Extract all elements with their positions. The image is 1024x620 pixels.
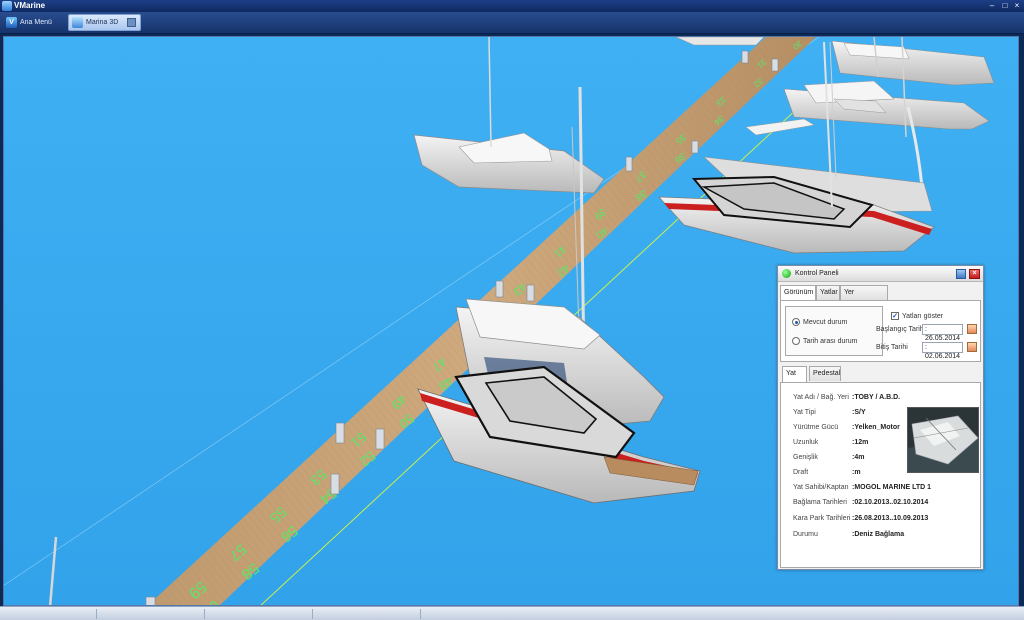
tab-ana-menu[interactable]: V Ana Menü	[3, 14, 56, 31]
pedestal[interactable]	[741, 50, 749, 64]
detail-label: Bağlama Tarihleri	[793, 499, 847, 506]
control-panel-title: Kontrol Paneli	[795, 270, 839, 277]
detail-label: Durumu	[793, 531, 818, 538]
detail-label: Yat Tipi	[793, 409, 816, 416]
radio-button[interactable]	[792, 337, 800, 345]
app-window: VMarine – □ × V Ana Menü Marina 3D 30 31…	[0, 0, 1024, 620]
tab-gorunum[interactable]: Görünüm	[780, 285, 816, 301]
calendar-icon[interactable]	[967, 324, 977, 334]
pedestal[interactable]	[330, 473, 340, 495]
radio-current-status[interactable]: Mevcut durum	[792, 318, 847, 326]
tab-yatlar[interactable]: Yatlar	[816, 285, 840, 300]
tab-pedestal[interactable]: Pedestal	[809, 366, 841, 381]
detail-value: :S/Y	[852, 409, 866, 416]
yacht-photo	[907, 407, 979, 473]
status-separator	[420, 609, 421, 619]
detail-value: :12m	[852, 439, 869, 446]
calendar-icon[interactable]	[967, 342, 977, 352]
pedestal[interactable]	[526, 284, 535, 302]
tab-yat[interactable]: Yat	[782, 366, 807, 382]
control-panel: Kontrol Paneli × Görünüm Yatlar Yer Deği…	[777, 265, 984, 570]
detail-label: Genişlik	[793, 454, 818, 461]
radio-range-label: Tarih arası durum	[803, 337, 858, 345]
tab-ana-menu-label: Ana Menü	[20, 19, 52, 26]
tab-bar: V Ana Menü Marina 3D	[0, 12, 1024, 34]
close-panel-button[interactable]: ×	[969, 269, 980, 279]
vmarine-logo-icon	[2, 1, 12, 11]
show-yachts-checkbox[interactable]: ✓ Yatları göster	[891, 312, 943, 320]
title-bar: VMarine – □ ×	[0, 0, 1024, 12]
start-date-field[interactable]: : 26.05.2014	[922, 324, 963, 342]
radio-current-label: Mevcut durum	[803, 318, 848, 326]
detail-value: :TOBY / A.B.D.	[852, 394, 901, 401]
detail-label: Yat Sahibi/Kaptan	[793, 484, 849, 491]
end-date-label: Bitiş Tarihi	[876, 344, 908, 351]
pedestal[interactable]	[375, 428, 385, 450]
detail-label: Yat Adı / Bağ. Yeri	[793, 394, 849, 401]
pedestal[interactable]	[335, 422, 345, 444]
tab-marina-3d[interactable]: Marina 3D	[68, 14, 142, 31]
detail-value: :MOGOL MARINE LTD 1	[852, 484, 932, 491]
radio-date-range-status[interactable]: Tarih arası durum	[792, 337, 857, 345]
tab-yer-degistirme[interactable]: Yer Değiştirme	[840, 285, 888, 310]
detail-value: :Deniz Bağlama	[852, 531, 905, 538]
status-separator	[312, 609, 313, 619]
detail-value: :m	[852, 469, 861, 476]
detail-label: Draft	[793, 469, 809, 476]
detail-label: Kara Park Tarihleri	[793, 515, 851, 522]
detail-label: Yürütme Gücü	[793, 424, 839, 431]
pedestal[interactable]	[625, 156, 633, 172]
show-yachts-label: Yatları göster	[902, 312, 944, 320]
detail-value: :Yelken_Motor	[852, 424, 900, 431]
pedestal[interactable]	[495, 280, 504, 298]
status-bar	[0, 606, 1024, 620]
radio-button-selected[interactable]	[792, 318, 800, 326]
view-options-box: Mevcut durum Tarih arası durum ✓ Yatları…	[780, 300, 981, 362]
control-panel-header: Kontrol Paneli ×	[778, 266, 983, 282]
status-separator	[204, 609, 205, 619]
minimize-button[interactable]: –	[986, 0, 998, 12]
start-date-label: Başlangıç Tarihi	[876, 326, 926, 333]
detail-value: :26.08.2013..10.09.2013	[852, 515, 929, 522]
close-tab-icon[interactable]	[127, 18, 137, 27]
pedestal[interactable]	[771, 58, 779, 72]
checkbox-checked-icon[interactable]: ✓	[891, 312, 899, 320]
detail-label: Uzunluk	[793, 439, 819, 446]
tab-marina-3d-label: Marina 3D	[86, 19, 119, 26]
status-dot-icon	[782, 269, 791, 278]
status-mode-group: Mevcut durum Tarih arası durum	[785, 306, 883, 356]
detail-value: :4m	[852, 454, 865, 461]
pedestal[interactable]	[145, 596, 156, 606]
restore-button[interactable]: □	[999, 0, 1011, 12]
vmarine-logo-icon: V	[6, 17, 17, 28]
pedestal[interactable]	[691, 140, 699, 154]
app-title: VMarine	[14, 1, 46, 10]
status-separator	[96, 609, 97, 619]
pin-icon[interactable]	[956, 269, 966, 279]
detail-value: :02.10.2013..02.10.2014	[852, 499, 929, 506]
end-date-field[interactable]: : 02.06.2014	[922, 342, 963, 360]
yacht-details-box: Yat Adı / Bağ. Yeri :TOBY / A.B.D. Yat T…	[780, 382, 981, 568]
marina-3d-icon	[72, 17, 83, 28]
close-window-button[interactable]: ×	[1011, 0, 1023, 12]
